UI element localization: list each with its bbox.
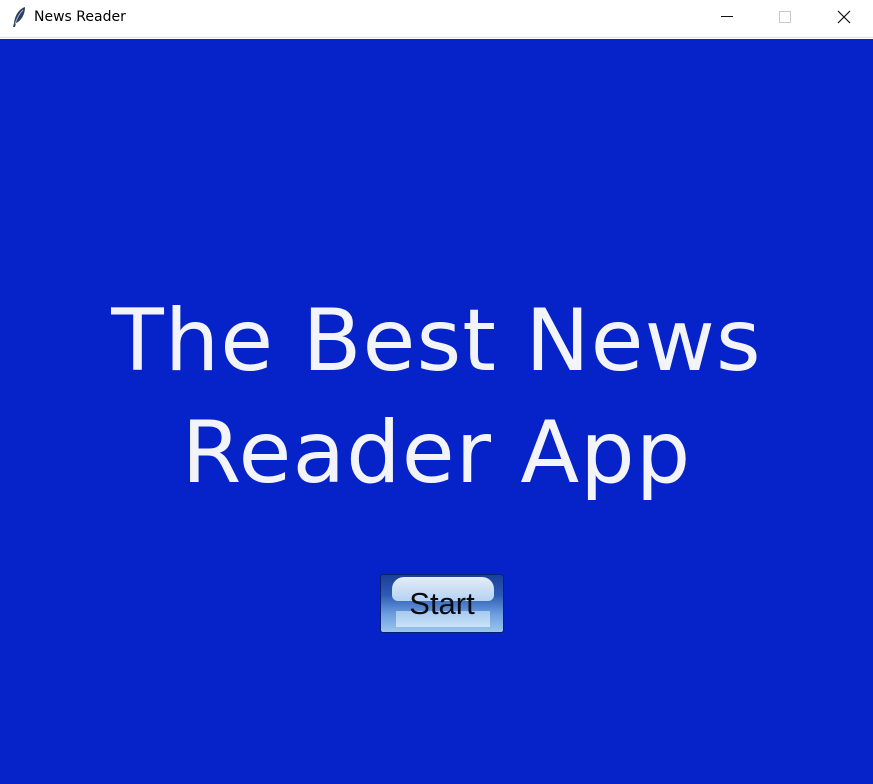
headline-line-1: The Best News	[111, 291, 762, 391]
window-title: News Reader	[34, 9, 126, 25]
close-button[interactable]	[815, 0, 873, 34]
title-bar[interactable]: News Reader	[0, 0, 873, 38]
minimize-button[interactable]	[698, 0, 756, 34]
main-content: The Best News Reader App Start	[0, 39, 873, 784]
headline-banner: The Best News Reader App	[0, 285, 873, 509]
start-button-label: Start	[409, 586, 475, 621]
app-window: News Reader The Best News Reader App Sta…	[0, 0, 873, 784]
maximize-button[interactable]	[756, 0, 814, 34]
start-button[interactable]: Start	[380, 574, 504, 633]
headline-line-2: Reader App	[181, 403, 692, 503]
feather-icon	[10, 6, 28, 28]
